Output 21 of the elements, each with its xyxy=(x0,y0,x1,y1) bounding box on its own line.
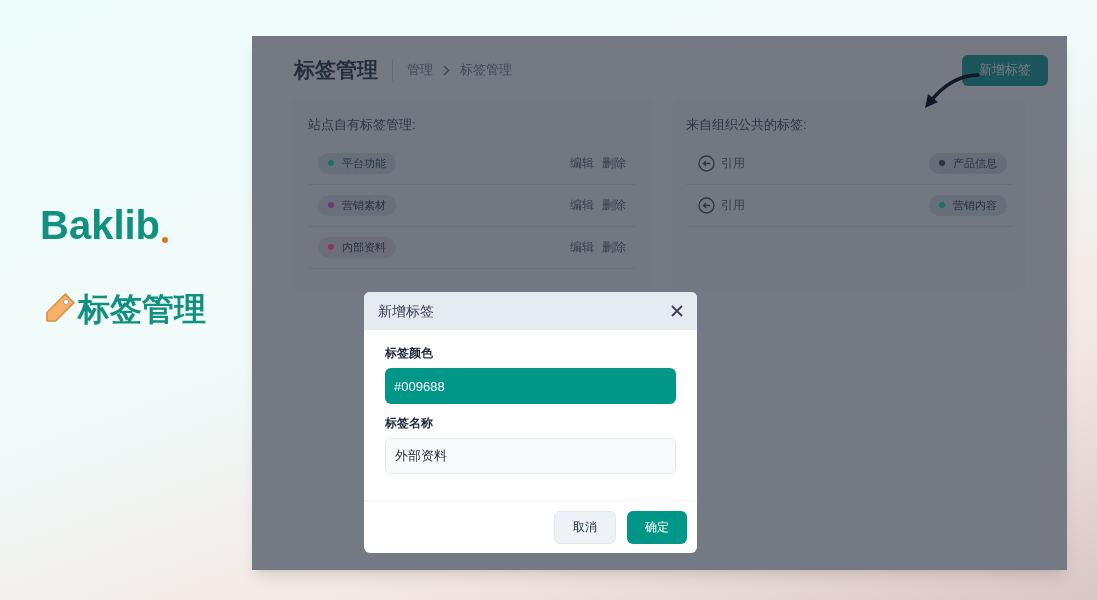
dialog-title: 新增标签 xyxy=(378,301,434,321)
arrow-left-circle-icon xyxy=(698,196,715,214)
chevron-right-icon xyxy=(443,64,450,76)
page-title: 标签管理 xyxy=(294,57,378,84)
section-heading: 站点自有标签管理: xyxy=(308,116,417,134)
reference-link[interactable]: 引用 xyxy=(698,196,745,214)
close-icon[interactable] xyxy=(671,305,683,317)
headline: 标签管理 xyxy=(78,290,206,329)
tag-label: 内部资料 xyxy=(342,239,386,255)
color-field[interactable]: #009688 xyxy=(385,368,676,404)
new-tag-button[interactable]: 新增标签 xyxy=(962,54,1048,86)
section-heading: 来自组织公共的标签: xyxy=(686,116,808,134)
cancel-button[interactable]: 取消 xyxy=(554,510,616,544)
arrow-left-circle-icon xyxy=(698,154,715,172)
confirm-button[interactable]: 确定 xyxy=(627,510,687,544)
field-label: 标签名称 xyxy=(385,415,434,432)
name-field[interactable]: 外部资料 xyxy=(385,438,676,474)
tag-label: 营销素材 xyxy=(342,197,386,213)
reference-link[interactable]: 引用 xyxy=(698,154,745,172)
brand-logo: Baklib xyxy=(40,205,161,245)
field-label: 标签颜色 xyxy=(385,345,434,362)
